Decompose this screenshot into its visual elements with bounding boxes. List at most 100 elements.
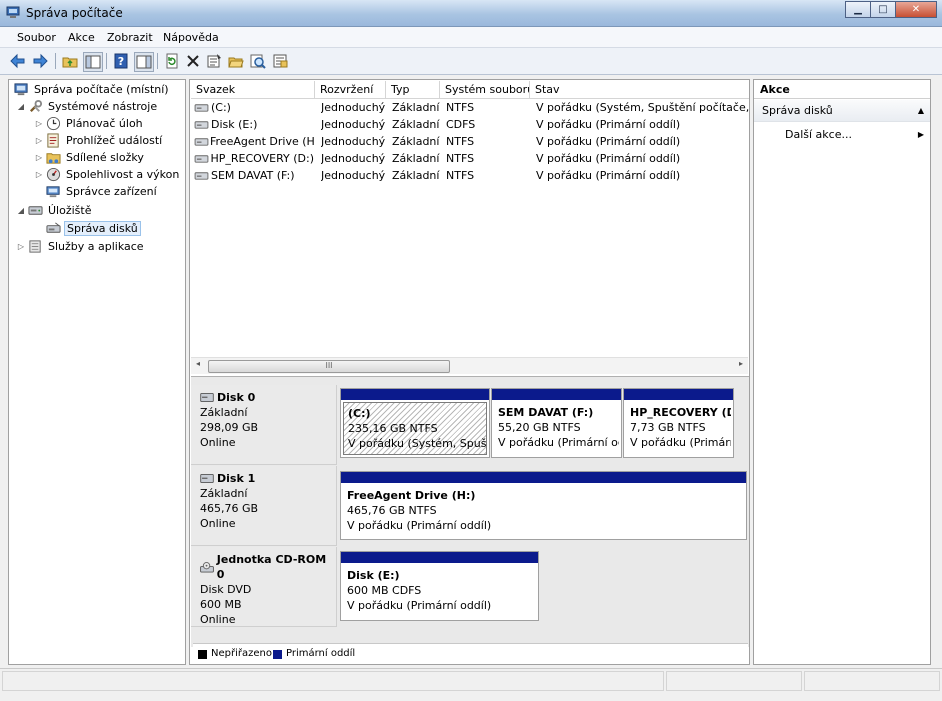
tree-label: Správce zařízení — [66, 185, 157, 198]
tree-item-services-applications[interactable]: ▷ Služby a aplikace — [16, 238, 146, 255]
help-button[interactable]: ? — [112, 52, 130, 70]
column-header-volume[interactable]: Svazek — [191, 81, 315, 98]
scroll-right-icon[interactable]: ▸ — [739, 359, 743, 368]
cell-layout: Jednoduchý — [321, 152, 386, 165]
menu-soubor[interactable]: Soubor — [17, 31, 56, 44]
storage-icon — [27, 203, 43, 219]
disk-info[interactable]: Disk 1 Základní 465,76 GB Online — [191, 466, 337, 546]
cell-file-system: NTFS — [446, 152, 475, 165]
table-row[interactable]: SEM DAVAT (F:) Jednoduchý Základní NTFS … — [191, 167, 749, 184]
disk-management-pane: Svazek Rozvržení Typ Systém souborů Stav… — [189, 79, 750, 665]
status-bar — [0, 668, 942, 701]
table-row[interactable]: HP_RECOVERY (D:) Jednoduchý Základní NTF… — [191, 150, 749, 167]
expand-arrow-icon[interactable]: ▷ — [34, 153, 44, 162]
refresh-button[interactable] — [163, 52, 181, 70]
menu-akce[interactable]: Akce — [68, 31, 95, 44]
maximize-button[interactable]: □ — [870, 1, 896, 18]
status-segment — [2, 671, 664, 691]
svg-text:?: ? — [118, 55, 124, 68]
collapse-arrow-icon[interactable]: ◢ — [16, 206, 26, 215]
disk-info[interactable]: Disk 0 Základní 298,09 GB Online — [191, 385, 337, 465]
tree-item-task-scheduler[interactable]: ▷ Plánovač úloh — [34, 115, 145, 132]
expand-arrow-icon[interactable]: ▷ — [34, 119, 44, 128]
tree-item-system-tools[interactable]: ◢ Systémové nástroje — [16, 98, 159, 115]
collapse-arrow-icon[interactable]: ◢ — [16, 102, 26, 111]
show-hide-tree-button[interactable] — [83, 52, 103, 72]
table-row[interactable]: FreeAgent Drive (H:) Jednoduchý Základní… — [191, 133, 749, 150]
properties-button[interactable] — [205, 52, 223, 70]
partition-name: HP_RECOVERY (D: — [630, 406, 731, 419]
actions-section-label: Správa disků — [762, 104, 833, 117]
partition-e[interactable]: Disk (E:) 600 MB CDFS V pořádku (Primárn… — [340, 551, 539, 621]
tree-label: Správa počítače (místní) — [34, 83, 169, 96]
tree-item-storage[interactable]: ◢ Úložiště — [16, 202, 93, 219]
column-header-layout[interactable]: Rozvržení — [315, 81, 386, 98]
cell-status: V pořádku (Primární oddíl) — [536, 152, 681, 165]
column-header-type[interactable]: Typ — [386, 81, 440, 98]
tree-label: Systémové nástroje — [48, 100, 158, 113]
expand-arrow-icon[interactable]: ▷ — [34, 136, 44, 145]
cell-type: Základní — [392, 135, 440, 148]
disk-row: Disk 0 Základní 298,09 GB Online (C:) 23… — [191, 385, 749, 465]
tree-item-shared-folders[interactable]: ▷ Sdílené složky — [34, 149, 146, 166]
tree-item-disk-management[interactable]: Správa disků — [44, 220, 141, 237]
tree-label: Spolehlivost a výkon — [66, 168, 180, 181]
cell-file-system: CDFS — [446, 118, 476, 131]
collapse-triangle-icon[interactable]: ▲ — [918, 100, 924, 122]
volume-drive-icon — [194, 170, 210, 182]
expand-arrow-icon[interactable]: ▷ — [34, 170, 44, 179]
table-row[interactable]: Disk (E:) Jednoduchý Základní CDFS V poř… — [191, 116, 749, 133]
navigation-tree: Správa počítače (místní) ◢ Systémové nás… — [8, 79, 186, 665]
table-row[interactable]: (C:) Jednoduchý Základní NTFS V pořádku … — [191, 99, 749, 116]
cell-file-system: NTFS — [446, 135, 475, 148]
up-button[interactable] — [61, 52, 79, 70]
menu-napoveda[interactable]: Nápověda — [163, 31, 219, 44]
forward-button[interactable] — [31, 52, 49, 70]
partition-h[interactable]: FreeAgent Drive (H:) 465,76 GB NTFS V po… — [340, 471, 747, 540]
actions-section-disk-management[interactable]: Správa disků ▲ — [754, 100, 930, 122]
tree-item-event-viewer[interactable]: ▷ Prohlížeč událostí — [34, 132, 164, 149]
partition-f[interactable]: SEM DAVAT (F:) 55,20 GB NTFS V pořádku (… — [491, 388, 622, 458]
partition-name: SEM DAVAT (F:) — [498, 406, 594, 419]
minimize-button[interactable]: ▁ — [845, 1, 871, 18]
expand-arrow-icon[interactable]: ▷ — [16, 242, 26, 251]
disk-size: 298,09 GB — [200, 421, 259, 434]
clock-icon — [45, 116, 61, 132]
disk-info[interactable]: Jednotka CD-ROM 0 Disk DVD 600 MB Online — [191, 547, 337, 627]
tree-item-computer-management[interactable]: Správa počítače (místní) — [12, 81, 171, 98]
delete-button[interactable] — [184, 52, 202, 70]
scrollbar-thumb[interactable]: III — [208, 360, 450, 373]
column-header-file-system[interactable]: Systém souborů — [440, 81, 530, 98]
up-folder-icon — [62, 57, 78, 68]
tree-item-reliability-performance[interactable]: ▷ Spolehlivost a výkon — [34, 166, 181, 183]
tree-item-device-manager[interactable]: Správce zařízení — [44, 183, 159, 200]
status-segment — [666, 671, 802, 691]
show-hide-action-pane-button[interactable] — [134, 52, 154, 72]
scroll-left-icon[interactable]: ◂ — [196, 359, 200, 368]
cell-file-system: NTFS — [446, 101, 475, 114]
tree-label: Úložiště — [48, 204, 92, 217]
disk-graphical-view: Disk 0 Základní 298,09 GB Online (C:) 23… — [191, 376, 749, 647]
disk-size: 600 MB — [200, 598, 242, 611]
partition-c[interactable]: (C:) 235,16 GB NTFS V pořádku (Systém, S… — [340, 388, 490, 458]
close-icon: ✕ — [911, 4, 921, 15]
close-button[interactable]: ✕ — [895, 1, 937, 18]
toolbar: ? — [0, 48, 942, 75]
export-list-button[interactable] — [271, 52, 289, 70]
legend-label-primary: Primární oddíl — [286, 648, 356, 659]
volume-drive-icon — [194, 153, 209, 165]
actions-item-more-actions[interactable]: Další akce... ▶ — [754, 124, 930, 146]
menu-zobrazit[interactable]: Zobrazit — [107, 31, 153, 44]
horizontal-scrollbar[interactable]: ◂ III ▸ — [191, 357, 748, 374]
column-header-status[interactable]: Stav — [530, 81, 749, 98]
cell-status: V pořádku (Primární oddíl) — [536, 118, 681, 131]
maximize-icon: □ — [878, 4, 888, 15]
back-button[interactable] — [9, 52, 27, 70]
partition-d[interactable]: HP_RECOVERY (D: 7,73 GB NTFS V pořádku (… — [623, 388, 734, 458]
search-button[interactable] — [249, 52, 267, 70]
open-button[interactable] — [227, 52, 245, 70]
partition-name: Disk (E:) — [347, 569, 400, 582]
partition-size: 600 MB CDFS — [347, 584, 422, 597]
open-folder-icon — [228, 57, 244, 68]
cell-file-system: NTFS — [446, 169, 475, 182]
